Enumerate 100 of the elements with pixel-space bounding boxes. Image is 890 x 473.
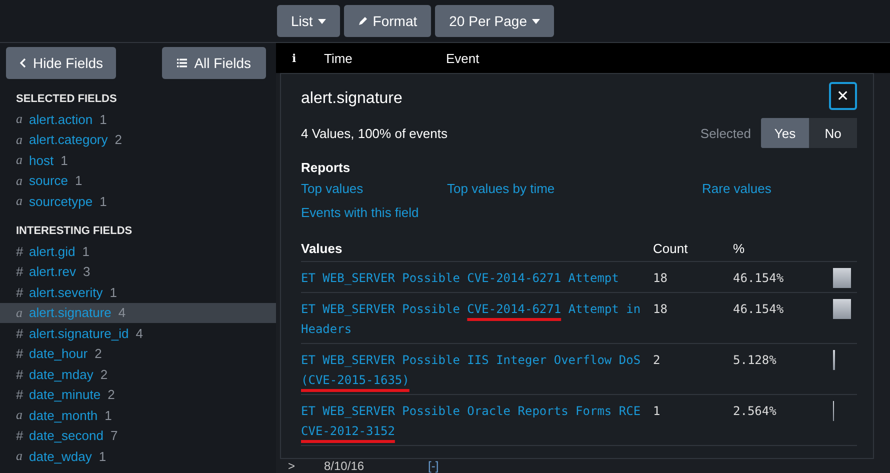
- field-name: date_second: [29, 428, 104, 443]
- close-button[interactable]: ✕: [829, 82, 857, 110]
- percent-bar: [833, 350, 836, 370]
- count-cell-text: 1: [653, 403, 662, 420]
- field-type-icon: #: [16, 387, 24, 402]
- field-item[interactable]: # alert.signature_id 4: [0, 323, 276, 343]
- field-type-icon: #: [16, 284, 24, 300]
- field-item[interactable]: # alert.severity 1: [0, 282, 276, 302]
- field-item[interactable]: a alert.signature 4: [0, 302, 276, 322]
- field-item[interactable]: a source 1: [0, 170, 276, 190]
- field-item[interactable]: # date_minute 2: [0, 384, 276, 404]
- field-item[interactable]: a sourcetype 1: [0, 191, 276, 211]
- field-item[interactable]: a date_wday 1: [0, 446, 276, 466]
- reports-heading: Reports: [301, 160, 350, 175]
- field-item[interactable]: a alert.action 1: [0, 109, 276, 129]
- percent-bar: [833, 299, 852, 319]
- report-link[interactable]: Top values by time: [447, 181, 555, 196]
- field-type-icon: a: [16, 304, 24, 320]
- column-header: %: [733, 241, 746, 256]
- field-name: alert.signature_id: [29, 326, 129, 340]
- report-link[interactable]: Top values: [301, 181, 364, 196]
- field-type-icon: a: [16, 172, 24, 188]
- hide-fields-button[interactable]: Hide Fields: [6, 47, 116, 79]
- field-type-icon: a: [16, 448, 24, 464]
- summary-text: 4 Values, 100% of events: [301, 126, 448, 140]
- percent-bar: [833, 268, 852, 288]
- field-name: date_wday: [29, 448, 92, 464]
- field-type-icon: a: [16, 111, 24, 127]
- pencil-icon: [358, 16, 368, 26]
- field-item[interactable]: a host 1: [0, 150, 276, 170]
- field-type-icon: a: [16, 132, 24, 148]
- section-heading: SELECTED FIELDS: [15, 93, 118, 105]
- value-link[interactable]: ET WEB_SERVER Possible IIS Integer Overflow DoS (CVE-2015-1635): [301, 350, 653, 390]
- column-header: Count: [653, 241, 689, 256]
- field-count: 4: [118, 305, 126, 320]
- column-header: Values: [301, 241, 344, 256]
- field-item[interactable]: # date_second 7: [0, 426, 276, 446]
- caret-icon: [318, 18, 326, 24]
- field-item[interactable]: # date_hour 2: [0, 344, 276, 364]
- field-type-icon: a: [16, 407, 24, 423]
- field-count: 2: [94, 346, 102, 361]
- report-link[interactable]: Events with this field: [301, 205, 419, 220]
- field-count: 3: [82, 264, 90, 279]
- field-name: date_month: [29, 408, 98, 422]
- field-name: date_minute: [29, 387, 101, 402]
- field-name: date_hour: [29, 346, 88, 361]
- field-name: date_mday: [29, 366, 94, 382]
- popup-title: alert.signature: [301, 90, 402, 108]
- field-name: alert.gid: [29, 244, 76, 258]
- dropdown-button[interactable]: List: [277, 5, 340, 37]
- info-icon: i: [292, 52, 324, 64]
- field-count: 1: [110, 284, 117, 300]
- selected-label: Selected: [700, 126, 751, 140]
- percent-cell-text: 5.128%: [733, 352, 778, 369]
- toggle-option[interactable]: Yes: [761, 118, 809, 148]
- field-name: alert.action: [29, 112, 93, 126]
- column-header[interactable]: Time: [324, 50, 446, 66]
- format-button[interactable]: Format: [344, 5, 432, 37]
- field-count: 1: [75, 173, 82, 188]
- count-cell-text: 2: [653, 352, 662, 369]
- field-count: 1: [60, 152, 68, 168]
- field-count: 2: [100, 366, 108, 382]
- count-cell-text: 18: [653, 270, 668, 287]
- value-link[interactable]: ET WEB_SERVER Possible Oracle Reports Forms RCE CVE-2012-3152: [301, 401, 653, 441]
- toggle-option[interactable]: No: [809, 118, 857, 148]
- value-link[interactable]: ET WEB_SERVER Possible CVE-2014-6271 Attempt: [301, 268, 653, 288]
- field-name: alert.rev: [29, 264, 76, 279]
- field-type-icon: #: [16, 264, 24, 279]
- field-item[interactable]: # alert.gid 1: [0, 241, 276, 261]
- field-type-icon: a: [16, 152, 24, 168]
- column-header[interactable]: Event: [446, 50, 480, 66]
- field-name: source: [29, 173, 68, 188]
- chevron-left-icon: [18, 57, 26, 69]
- field-item[interactable]: # alert.rev 3: [0, 262, 276, 282]
- field-count: 7: [110, 428, 118, 443]
- expand-toggle[interactable]: >: [288, 459, 324, 473]
- time-cell-text: 8/10/16: [324, 459, 366, 473]
- field-item[interactable]: # date_mday 2: [0, 364, 276, 384]
- field-count: 1: [98, 448, 106, 464]
- field-name: alert.severity: [29, 284, 103, 300]
- field-type-icon: #: [16, 326, 24, 340]
- dropdown-button[interactable]: 20 Per Page: [435, 5, 554, 37]
- report-link[interactable]: Rare values: [702, 181, 772, 196]
- collapse-link[interactable]: [-]: [428, 459, 439, 473]
- field-item[interactable]: a date_month 1: [0, 405, 276, 425]
- field-item[interactable]: a alert.category 2: [0, 130, 276, 150]
- caret-icon: [532, 18, 540, 24]
- section-heading: INTERESTING FIELDS: [15, 225, 134, 237]
- percent-cell-text: 46.154%: [733, 270, 785, 287]
- all-fields-button[interactable]: All Fields: [162, 47, 266, 79]
- field-name: alert.category: [29, 132, 108, 147]
- field-type-icon: #: [16, 244, 24, 258]
- count-cell-text: 18: [653, 301, 668, 318]
- percent-cell-text: 46.154%: [733, 301, 785, 318]
- field-type-icon: #: [16, 366, 24, 382]
- field-name: alert.signature: [29, 305, 112, 320]
- value-link[interactable]: ET WEB_SERVER Possible CVE-2014-6271 Attempt in Headers: [301, 299, 653, 339]
- field-type-icon: #: [16, 428, 24, 443]
- field-count: 1: [100, 112, 107, 126]
- field-count: 1: [104, 408, 112, 422]
